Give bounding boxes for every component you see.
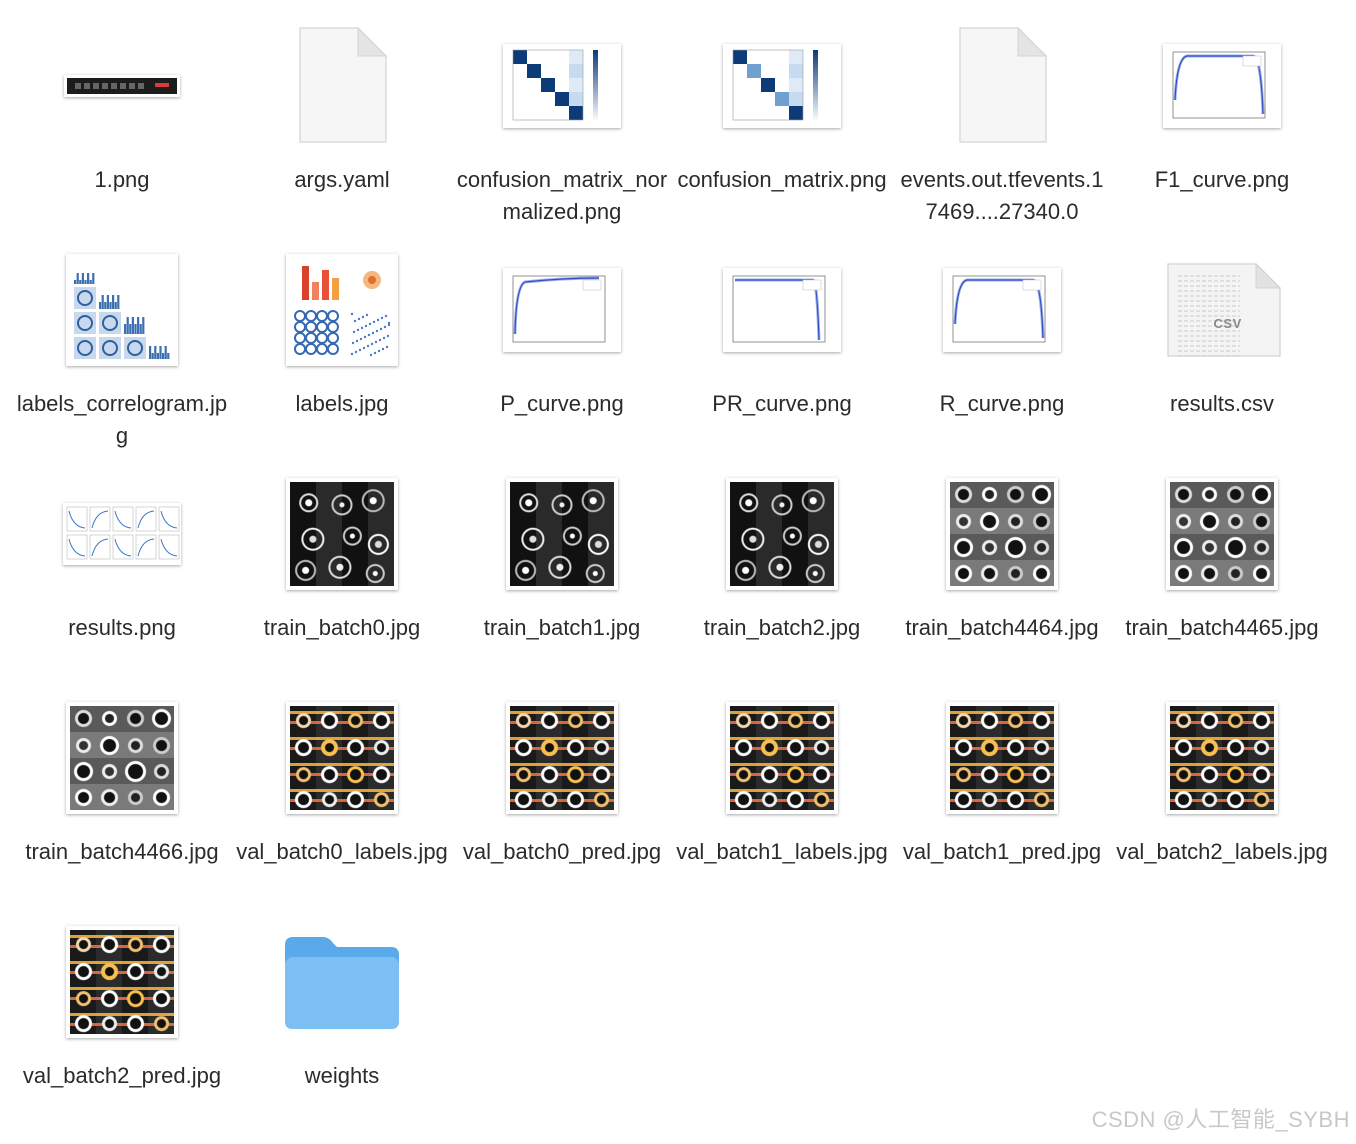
file-thumbnail[interactable] bbox=[1160, 24, 1284, 148]
file-item-train-batch0-jpg[interactable]: train_batch0.jpg bbox=[232, 472, 452, 696]
file-name-label[interactable]: val_batch2_labels.jpg bbox=[1116, 836, 1328, 868]
document-icon[interactable]: CSV bbox=[1160, 248, 1284, 372]
file-name-label[interactable]: val_batch0_pred.jpg bbox=[456, 836, 668, 868]
file-thumbnail[interactable] bbox=[720, 696, 844, 820]
file-name-label[interactable]: events.out.tfevents.17469....27340.0 bbox=[896, 164, 1108, 228]
file-item-train-batch4466-jpg[interactable]: train_batch4466.jpg bbox=[12, 696, 232, 920]
file-name-label[interactable]: train_batch4465.jpg bbox=[1116, 612, 1328, 644]
file-thumbnail[interactable] bbox=[500, 248, 624, 372]
file-name-label[interactable]: train_batch4466.jpg bbox=[16, 836, 228, 868]
file-name-label[interactable]: PR_curve.png bbox=[676, 388, 888, 420]
watermark: CSDN @人工智能_SYBH bbox=[1091, 1107, 1350, 1132]
file-name-label[interactable]: P_curve.png bbox=[456, 388, 668, 420]
file-thumbnail[interactable] bbox=[500, 696, 624, 820]
file-thumbnail[interactable] bbox=[1160, 696, 1284, 820]
file-item-val-batch0-pred-jpg[interactable]: val_batch0_pred.jpg bbox=[452, 696, 672, 920]
file-item-train-batch4465-jpg[interactable]: train_batch4465.jpg bbox=[1112, 472, 1332, 696]
file-name-label[interactable]: 1.png bbox=[16, 164, 228, 196]
file-name-label[interactable]: results.csv bbox=[1116, 388, 1328, 420]
file-name-label[interactable]: val_batch1_labels.jpg bbox=[676, 836, 888, 868]
file-name-label[interactable]: val_batch1_pred.jpg bbox=[896, 836, 1108, 868]
file-thumbnail[interactable] bbox=[720, 248, 844, 372]
file-item-args-yaml[interactable]: args.yaml bbox=[232, 24, 452, 248]
file-item-val-batch2-labels-jpg[interactable]: val_batch2_labels.jpg bbox=[1112, 696, 1332, 920]
csv-badge: CSV bbox=[1213, 316, 1242, 331]
file-grid: 1.png args.yaml confusion_matrix_normalize… bbox=[12, 24, 1332, 1144]
file-thumbnail[interactable] bbox=[280, 248, 404, 372]
file-item-val-batch0-labels-jpg[interactable]: val_batch0_labels.jpg bbox=[232, 696, 452, 920]
file-item-val-batch1-labels-jpg[interactable]: val_batch1_labels.jpg bbox=[672, 696, 892, 920]
file-name-label[interactable]: confusion_matrix_normalized.png bbox=[456, 164, 668, 228]
file-name-label[interactable]: R_curve.png bbox=[896, 388, 1108, 420]
file-thumbnail[interactable] bbox=[60, 472, 184, 596]
file-name-label[interactable]: val_batch2_pred.jpg bbox=[16, 1060, 228, 1092]
file-name-label[interactable]: confusion_matrix.png bbox=[676, 164, 888, 196]
file-item-labels-correlogram-jpg[interactable]: labels_correlogram.jpg bbox=[12, 248, 232, 472]
folder-icon[interactable] bbox=[280, 920, 404, 1044]
file-item-pr-curve-png[interactable]: PR_curve.png bbox=[672, 248, 892, 472]
file-name-label[interactable]: F1_curve.png bbox=[1116, 164, 1328, 196]
file-thumbnail[interactable] bbox=[60, 920, 184, 1044]
document-icon[interactable] bbox=[940, 24, 1064, 148]
file-thumbnail[interactable] bbox=[60, 24, 184, 148]
file-name-label[interactable]: train_batch4464.jpg bbox=[896, 612, 1108, 644]
file-thumbnail[interactable] bbox=[940, 696, 1064, 820]
file-thumbnail[interactable] bbox=[940, 472, 1064, 596]
file-item-r-curve-png[interactable]: R_curve.png bbox=[892, 248, 1112, 472]
file-thumbnail[interactable] bbox=[500, 24, 624, 148]
file-item-labels-jpg[interactable]: labels.jpg bbox=[232, 248, 452, 472]
file-item-train-batch4464-jpg[interactable]: train_batch4464.jpg bbox=[892, 472, 1112, 696]
file-item-1-png[interactable]: 1.png bbox=[12, 24, 232, 248]
file-item-confusion-matrix-png[interactable]: confusion_matrix.png bbox=[672, 24, 892, 248]
file-item-train-batch2-jpg[interactable]: train_batch2.jpg bbox=[672, 472, 892, 696]
file-name-label[interactable]: train_batch1.jpg bbox=[456, 612, 668, 644]
file-name-label[interactable]: train_batch0.jpg bbox=[236, 612, 448, 644]
file-thumbnail[interactable] bbox=[720, 24, 844, 148]
document-icon[interactable] bbox=[280, 24, 404, 148]
file-item-results-png[interactable]: results.png bbox=[12, 472, 232, 696]
file-item-train-batch1-jpg[interactable]: train_batch1.jpg bbox=[452, 472, 672, 696]
file-name-label[interactable]: train_batch2.jpg bbox=[676, 612, 888, 644]
file-name-label[interactable]: args.yaml bbox=[236, 164, 448, 196]
file-item-f1-curve-png[interactable]: F1_curve.png bbox=[1112, 24, 1332, 248]
file-thumbnail[interactable] bbox=[60, 248, 184, 372]
file-item-events-out-tfevents-17469-27340-0[interactable]: events.out.tfevents.17469....27340.0 bbox=[892, 24, 1112, 248]
file-item-confusion-matrix-normalized-png[interactable]: confusion_matrix_normalized.png bbox=[452, 24, 672, 248]
file-name-label[interactable]: labels.jpg bbox=[236, 388, 448, 420]
file-item-p-curve-png[interactable]: P_curve.png bbox=[452, 248, 672, 472]
file-thumbnail[interactable] bbox=[940, 248, 1064, 372]
file-item-val-batch1-pred-jpg[interactable]: val_batch1_pred.jpg bbox=[892, 696, 1112, 920]
file-thumbnail[interactable] bbox=[720, 472, 844, 596]
file-item-results-csv[interactable]: CSV results.csv bbox=[1112, 248, 1332, 472]
file-thumbnail[interactable] bbox=[500, 472, 624, 596]
file-name-label[interactable]: labels_correlogram.jpg bbox=[16, 388, 228, 452]
file-thumbnail[interactable] bbox=[280, 696, 404, 820]
file-name-label[interactable]: results.png bbox=[16, 612, 228, 644]
file-name-label[interactable]: val_batch0_labels.jpg bbox=[236, 836, 448, 868]
file-item-weights[interactable]: weights bbox=[232, 920, 452, 1144]
file-name-label[interactable]: weights bbox=[236, 1060, 448, 1092]
file-thumbnail[interactable] bbox=[60, 696, 184, 820]
file-item-val-batch2-pred-jpg[interactable]: val_batch2_pred.jpg bbox=[12, 920, 232, 1144]
file-thumbnail[interactable] bbox=[1160, 472, 1284, 596]
file-thumbnail[interactable] bbox=[280, 472, 404, 596]
